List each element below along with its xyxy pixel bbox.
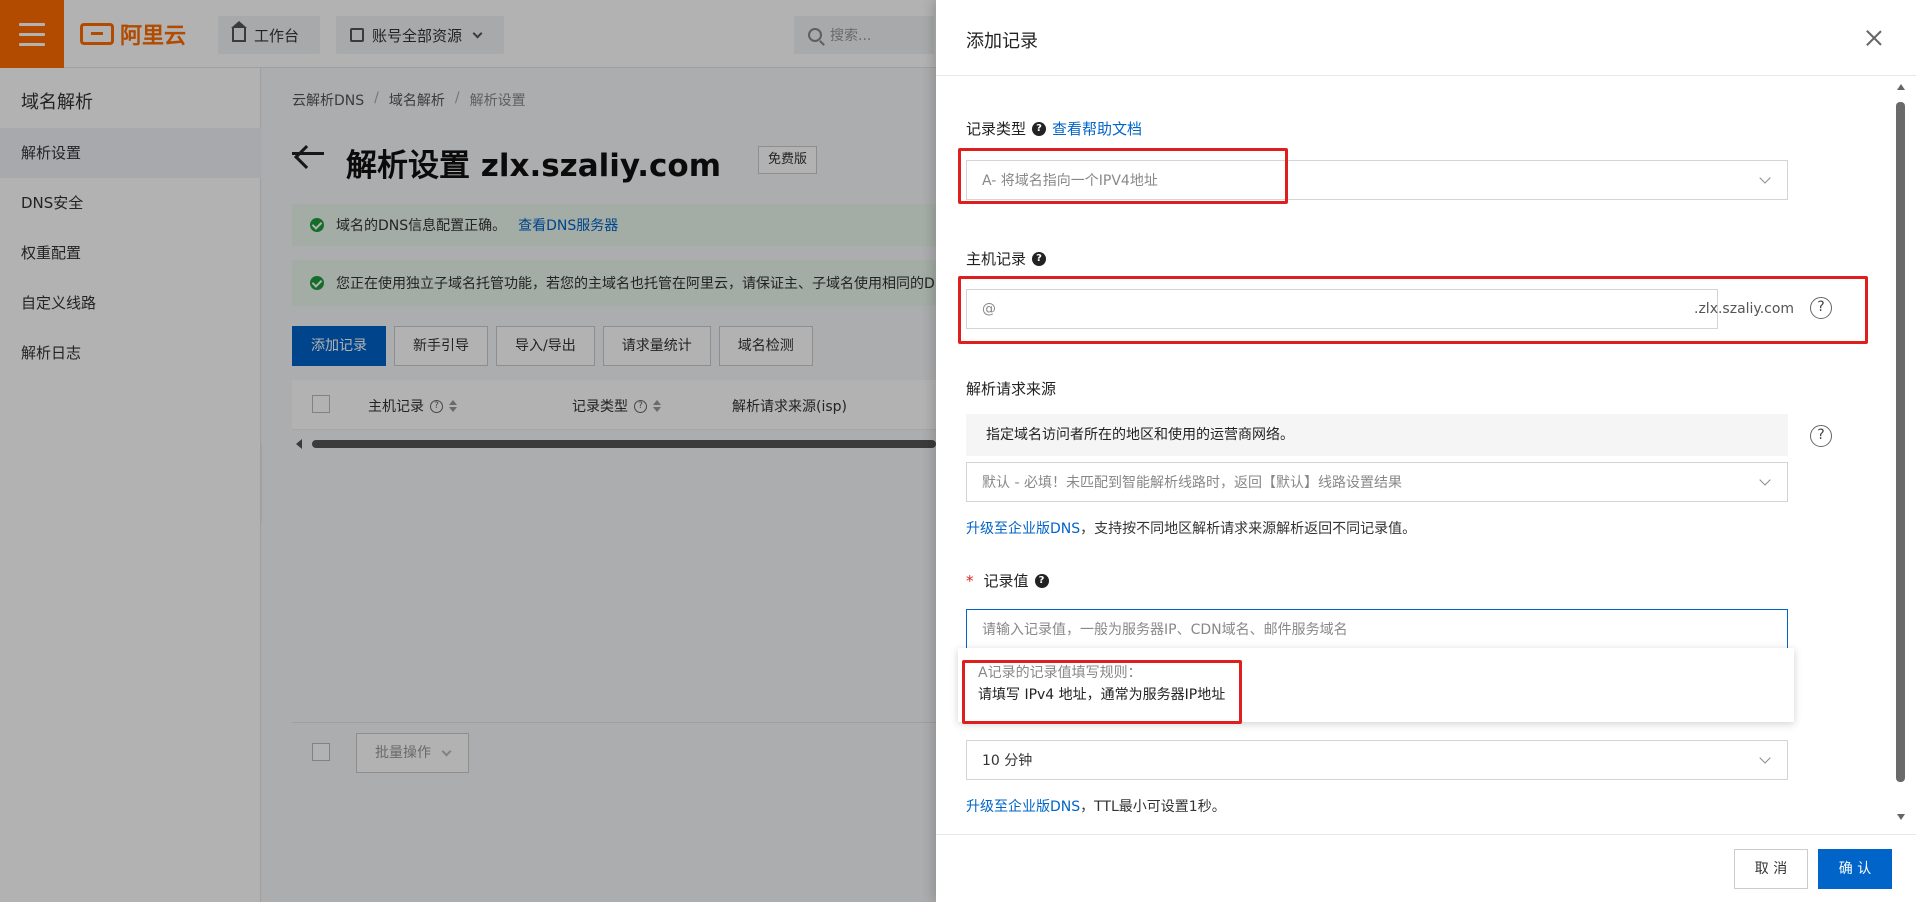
- ttl-upgrade-note: 升级至企业版DNS，TTL最小可设置1秒。: [966, 796, 1226, 816]
- scroll-up-icon[interactable]: [1897, 84, 1905, 90]
- drawer-title: 添加记录: [966, 31, 1038, 52]
- request-source-hint: 指定域名访问者所在的地区和使用的运营商网络。: [966, 414, 1788, 456]
- confirm-button[interactable]: 确 认: [1818, 849, 1892, 889]
- field-label: 记录类型: [966, 120, 1027, 138]
- help-circle-icon[interactable]: ?: [1810, 425, 1832, 447]
- select-value: 默认 - 必填！未匹配到智能解析线路时，返回【默认】线路设置结果: [982, 475, 1402, 491]
- drawer-footer: 取 消 确 认: [936, 834, 1916, 902]
- help-doc-link[interactable]: 查看帮助文档: [1052, 118, 1142, 139]
- ttl-select[interactable]: 10 分钟: [966, 740, 1788, 780]
- record-value-rule-popover: A记录的记录值填写规则： 请填写 IPv4 地址，通常为服务器IP地址: [958, 648, 1794, 722]
- domain-suffix: .zlx.szaliy.com: [1694, 301, 1795, 317]
- record-type-label: 记录类型 ? 查看帮助文档: [966, 118, 1142, 139]
- scroll-down-icon[interactable]: [1897, 814, 1905, 820]
- help-icon[interactable]: ?: [1034, 573, 1049, 588]
- help-circle-icon[interactable]: ?: [1810, 297, 1832, 319]
- select-value: 10 分钟: [982, 753, 1033, 769]
- required-mark: *: [966, 571, 974, 590]
- scrollbar-thumb[interactable]: [1896, 102, 1905, 782]
- record-value-input[interactable]: 请输入记录值，一般为服务器IP、CDN域名、邮件服务域名: [966, 609, 1788, 649]
- upgrade-enterprise-link[interactable]: 升级至企业版DNS: [966, 521, 1080, 537]
- chevron-down-icon: [1759, 172, 1771, 184]
- drawer-vertical-scrollbar[interactable]: [1894, 80, 1908, 824]
- select-value: A- 将域名指向一个IPV4地址: [982, 173, 1158, 189]
- popover-title: A记录的记录值填写规则：: [978, 665, 1142, 681]
- host-record-input[interactable]: @: [966, 289, 1718, 329]
- add-record-drawer: 添加记录 记录类型 ? 查看帮助文档 A- 将域名指向一个IPV4地址 主机记录…: [936, 0, 1916, 902]
- upgrade-note-text: ，TTL最小可设置1秒。: [1080, 799, 1226, 815]
- upgrade-enterprise-link[interactable]: 升级至企业版DNS: [966, 799, 1080, 815]
- field-label: 解析请求来源: [966, 380, 1057, 398]
- cancel-button[interactable]: 取 消: [1734, 849, 1808, 889]
- chevron-down-icon: [1759, 474, 1771, 486]
- input-value: @: [982, 301, 996, 317]
- record-type-select[interactable]: A- 将域名指向一个IPV4地址: [966, 160, 1788, 200]
- close-icon[interactable]: [1866, 30, 1882, 46]
- help-icon[interactable]: ?: [1032, 251, 1047, 266]
- upgrade-note-text: ，支持按不同地区解析请求来源解析返回不同记录值。: [1080, 521, 1417, 537]
- drawer-header: 添加记录: [936, 0, 1916, 76]
- host-record-label: 主机记录 ?: [966, 248, 1047, 269]
- modal-backdrop[interactable]: [0, 0, 936, 902]
- input-placeholder: 请输入记录值，一般为服务器IP、CDN域名、邮件服务域名: [982, 622, 1348, 638]
- field-label: 记录值: [983, 572, 1029, 590]
- help-icon[interactable]: ?: [1032, 121, 1047, 136]
- field-label: 主机记录: [966, 250, 1027, 268]
- popover-text: 请填写 IPv4 地址，通常为服务器IP地址: [978, 687, 1226, 703]
- record-value-label: * 记录值 ?: [966, 570, 1049, 591]
- source-upgrade-note: 升级至企业版DNS，支持按不同地区解析请求来源解析返回不同记录值。: [966, 518, 1416, 538]
- chevron-down-icon: [1759, 752, 1771, 764]
- request-source-label: 解析请求来源: [966, 378, 1056, 399]
- request-source-select[interactable]: 默认 - 必填！未匹配到智能解析线路时，返回【默认】线路设置结果: [966, 462, 1788, 502]
